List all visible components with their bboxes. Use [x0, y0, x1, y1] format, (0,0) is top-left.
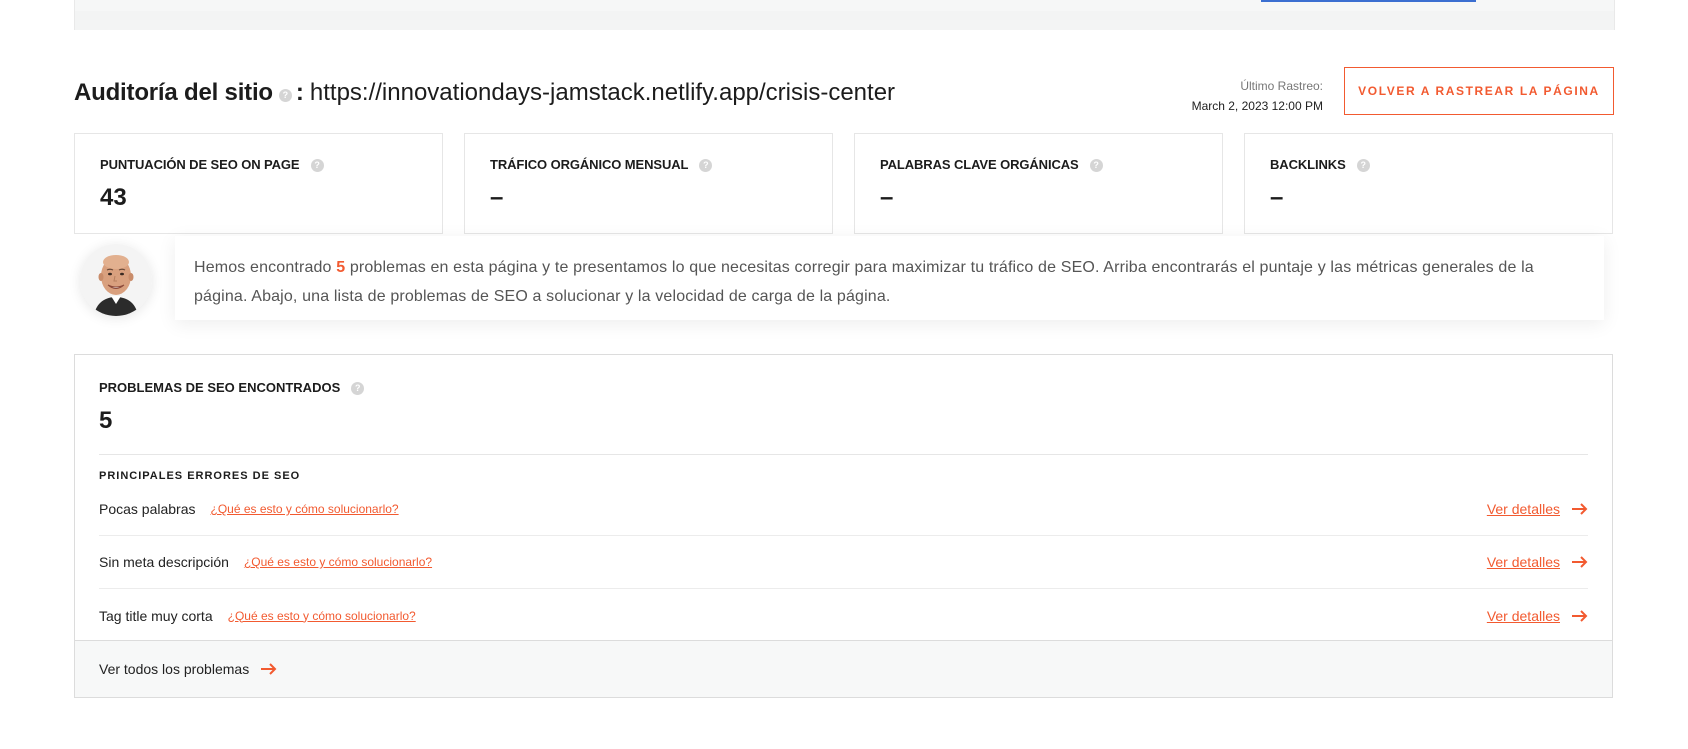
- issue-row: Sin meta descripción ¿Qué es esto y cómo…: [99, 536, 1588, 589]
- issue-help-link[interactable]: ¿Qué es esto y cómo solucionarlo?: [211, 502, 399, 516]
- metric-card-organic-keywords: PALABRAS CLAVE ORGÁNICAS ? –: [854, 133, 1223, 234]
- metric-label-wrap: BACKLINKS ?: [1270, 157, 1370, 172]
- metric-label: BACKLINKS: [1270, 157, 1346, 172]
- metric-label: TRÁFICO ORGÁNICO MENSUAL: [490, 157, 689, 172]
- arrow-right-icon: [1572, 503, 1588, 515]
- issues-label-wrap: PROBLEMAS DE SEO ENCONTRADOS ?: [99, 380, 365, 395]
- question-circle-icon[interactable]: ?: [278, 88, 292, 102]
- divider: [99, 454, 1588, 455]
- last-crawl-info: Último Rastreo: March 2, 2023 12:00 PM: [1192, 76, 1323, 116]
- avatar-portrait: [80, 244, 152, 316]
- see-all-issues-label: Ver todos los problemas: [99, 661, 250, 677]
- view-details-link[interactable]: Ver detalles: [1487, 589, 1588, 642]
- metric-label-wrap: PALABRAS CLAVE ORGÁNICAS ?: [880, 157, 1103, 172]
- issue-row: Tag title muy corta ¿Qué es esto y cómo …: [99, 589, 1588, 642]
- avatar: [80, 244, 152, 316]
- metric-label: PUNTUACIÓN DE SEO ON PAGE: [100, 157, 300, 172]
- metric-card-organic-traffic: TRÁFICO ORGÁNICO MENSUAL ? –: [464, 133, 833, 234]
- issues-count: 5: [99, 407, 113, 434]
- arrow-right-icon: [261, 663, 277, 675]
- issue-help-link[interactable]: ¿Qué es esto y cómo solucionarlo?: [228, 609, 416, 623]
- audit-header: Auditoría del sitio ? : https://innovati…: [74, 67, 1614, 116]
- see-all-issues-link[interactable]: Ver todos los problemas: [75, 640, 1612, 697]
- metric-label-wrap: PUNTUACIÓN DE SEO ON PAGE ?: [100, 157, 324, 172]
- audited-url: https://innovationdays-jamstack.netlify.…: [309, 79, 896, 106]
- title-separator: :: [295, 79, 304, 106]
- arrow-right-icon: [1572, 609, 1588, 622]
- top-errors-heading: PRINCIPALES ERRORES DE SEO: [99, 470, 301, 482]
- view-details-link[interactable]: Ver detalles: [1487, 483, 1588, 535]
- top-panel-link-underline: [1261, 0, 1476, 2]
- page-title: Auditoría del sitio ? : https://innovati…: [74, 79, 895, 107]
- metric-value: –: [490, 184, 504, 211]
- metric-card-seo-score: PUNTUACIÓN DE SEO ON PAGE ? 43: [74, 133, 443, 234]
- page-title-label: Auditoría del sitio: [74, 79, 273, 106]
- arrow-right-icon: [1572, 556, 1588, 568]
- view-details-label: Ver detalles: [1486, 501, 1560, 517]
- message-text-after: problemas en esta página y te presentamo…: [194, 259, 1534, 305]
- seo-issues-card: PROBLEMAS DE SEO ENCONTRADOS ? 5 PRINCIP…: [74, 354, 1613, 698]
- metric-value: 43: [100, 184, 127, 211]
- view-details-label: Ver detalles: [1486, 607, 1560, 624]
- top-panel-edge: [74, 0, 1615, 30]
- issue-count-highlight: 5: [336, 259, 346, 276]
- metric-label-wrap: TRÁFICO ORGÁNICO MENSUAL ?: [490, 157, 713, 172]
- issue-name: Sin meta descripción: [99, 554, 229, 570]
- metric-label: PALABRAS CLAVE ORGÁNICAS: [880, 157, 1079, 172]
- question-circle-icon[interactable]: ?: [1356, 159, 1370, 172]
- recrawl-button[interactable]: VOLVER A RASTREAR LA PÁGINA: [1344, 67, 1614, 115]
- issue-help-link[interactable]: ¿Qué es esto y cómo solucionarlo?: [244, 555, 432, 569]
- metric-card-backlinks: BACKLINKS ? –: [1244, 133, 1613, 234]
- issues-label: PROBLEMAS DE SEO ENCONTRADOS: [99, 380, 341, 395]
- message-text-before: Hemos encontrado: [194, 259, 337, 276]
- question-circle-icon[interactable]: ?: [1089, 159, 1103, 172]
- last-crawl-date: March 2, 2023 12:00 PM: [1191, 99, 1323, 113]
- question-circle-icon[interactable]: ?: [351, 382, 365, 395]
- issue-row: Pocas palabras ¿Qué es esto y cómo soluc…: [99, 483, 1588, 536]
- issue-name: Tag title muy corta: [99, 607, 213, 624]
- view-details-link[interactable]: Ver detalles: [1487, 536, 1588, 588]
- question-circle-icon[interactable]: ?: [310, 159, 324, 172]
- last-crawl-label: Último Rastreo:: [1240, 79, 1323, 93]
- question-circle-icon[interactable]: ?: [699, 159, 713, 172]
- metric-value: –: [1270, 184, 1284, 211]
- issue-name: Pocas palabras: [99, 501, 196, 517]
- metrics-row: PUNTUACIÓN DE SEO ON PAGE ? 43 TRÁFICO O…: [74, 133, 1613, 234]
- metric-value: –: [880, 184, 894, 211]
- intro-message: Hemos encontrado 5 problemas en esta pág…: [175, 236, 1604, 320]
- view-details-label: Ver detalles: [1486, 554, 1560, 570]
